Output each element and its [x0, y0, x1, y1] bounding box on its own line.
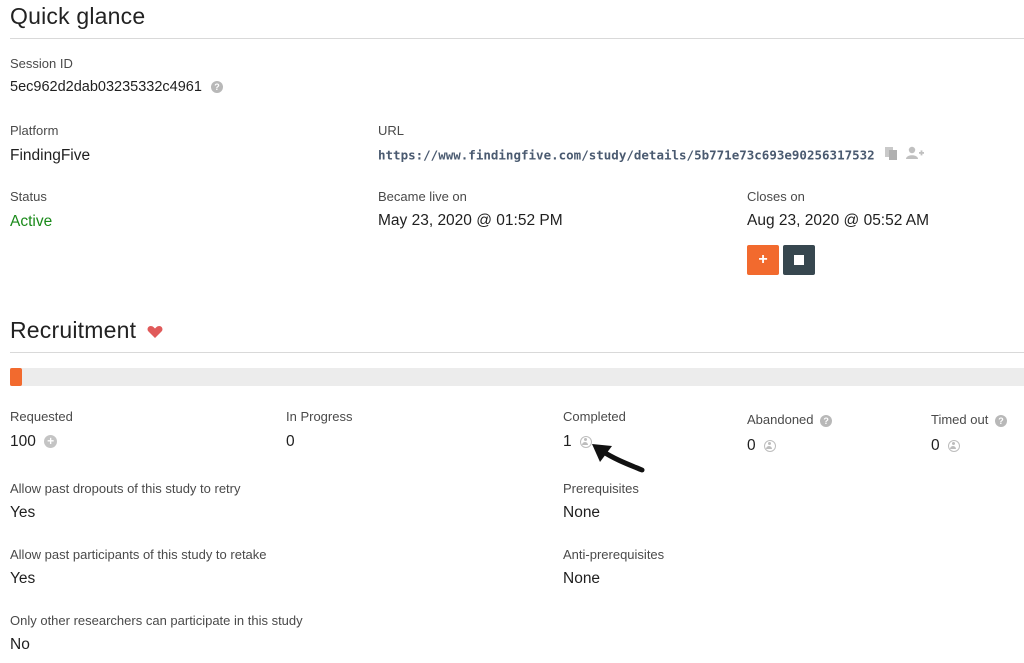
retake-value: Yes	[10, 570, 36, 587]
section-divider	[10, 38, 1024, 39]
heart-icon	[147, 318, 163, 345]
recruitment-title-row: Recruitment	[10, 317, 163, 345]
in-progress-value: 0	[286, 433, 295, 450]
closes-value: Aug 23, 2020 @ 05:52 AM	[747, 212, 930, 229]
became-live-value: May 23, 2020 @ 01:52 PM	[378, 212, 563, 229]
completed-row: 1	[563, 433, 592, 451]
researchers-only-label: Only other researchers can participate i…	[10, 613, 303, 628]
abandoned-row: 0	[747, 437, 776, 455]
retry-value: Yes	[10, 504, 36, 521]
timed-out-row: 0	[931, 437, 960, 455]
participants-icon[interactable]	[763, 439, 776, 452]
extend-button[interactable]: +	[747, 245, 779, 275]
add-places-icon[interactable]: +	[44, 435, 58, 449]
session-id-label: Session ID	[10, 56, 73, 71]
prereq-value: None	[563, 504, 601, 521]
anti-prereq-value: None	[563, 570, 601, 587]
help-icon[interactable]: ?	[820, 414, 833, 427]
study-url-link[interactable]: https://www.findingfive.com/study/detail…	[378, 148, 875, 163]
requested-label: Requested	[10, 409, 73, 424]
url-label: URL	[378, 123, 405, 138]
help-icon[interactable]: ?	[994, 414, 1007, 427]
anti-prereq-label: Anti-prerequisites	[563, 547, 665, 562]
session-id-row: 5ec962d2dab03235332c4961 ?	[10, 79, 223, 95]
quick-glance-title: Quick glance	[10, 3, 146, 29]
arrow-annotation	[590, 438, 646, 481]
plus-icon: +	[758, 251, 768, 268]
completed-label: Completed	[563, 409, 626, 424]
in-progress-label: In Progress	[286, 409, 353, 424]
participants-icon[interactable]	[947, 439, 960, 452]
stop-icon	[794, 255, 804, 265]
completed-value: 1	[563, 433, 572, 450]
section-divider	[10, 352, 1024, 353]
timed-out-value: 0	[931, 437, 940, 454]
abandoned-value: 0	[747, 437, 756, 454]
status-label: Status	[10, 189, 47, 204]
became-live-label: Became live on	[378, 189, 467, 204]
requested-row: 100 +	[10, 433, 58, 451]
url-row: https://www.findingfive.com/study/detail…	[378, 146, 924, 165]
researchers-only-value: No	[10, 636, 30, 653]
timed-out-label-row: Timed out ?	[931, 412, 1007, 427]
abandoned-label: Abandoned	[747, 412, 814, 427]
recruitment-title: Recruitment	[10, 317, 137, 343]
recruitment-progress-fill	[10, 368, 22, 386]
recruitment-progress-bar	[10, 368, 1024, 386]
add-user-icon[interactable]	[905, 146, 924, 165]
platform-value: FindingFive	[10, 147, 91, 164]
platform-label: Platform	[10, 123, 59, 138]
timed-out-label: Timed out	[931, 412, 989, 427]
stop-button[interactable]	[783, 245, 815, 275]
help-icon[interactable]: ?	[210, 81, 223, 94]
status-value: Active	[10, 213, 53, 230]
copy-icon[interactable]	[884, 146, 898, 165]
retake-label: Allow past participants of this study to…	[10, 547, 267, 562]
session-id-value: 5ec962d2dab03235332c4961	[10, 79, 202, 95]
requested-value: 100	[10, 433, 36, 450]
abandoned-label-row: Abandoned ?	[747, 412, 833, 427]
closes-label: Closes on	[747, 189, 805, 204]
prereq-label: Prerequisites	[563, 481, 639, 496]
retry-label: Allow past dropouts of this study to ret…	[10, 481, 241, 496]
